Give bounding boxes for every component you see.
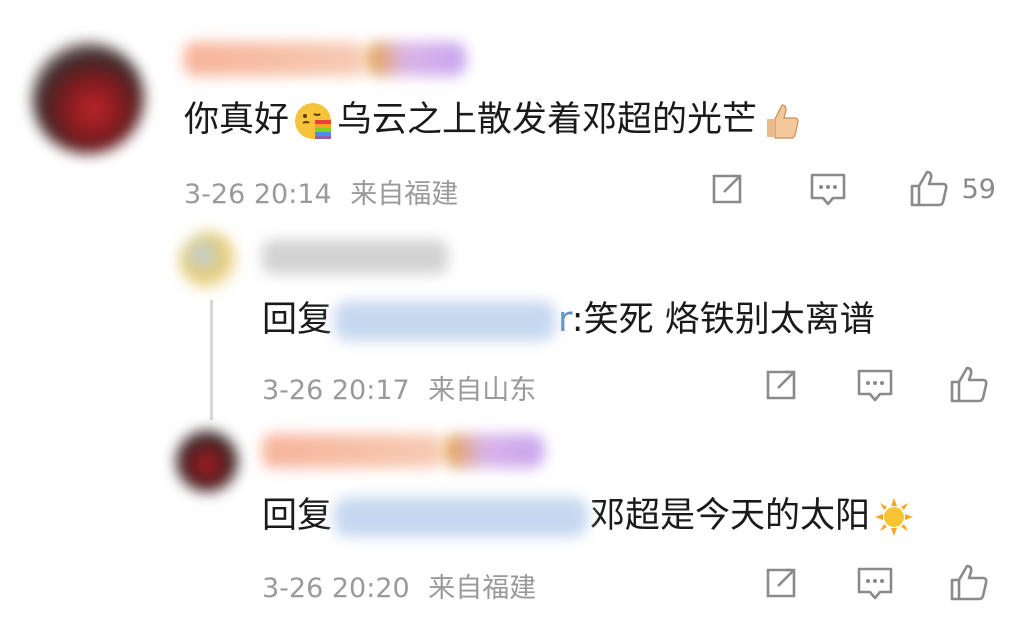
reply-actions <box>760 364 990 406</box>
reply-meta: 3-26 20:17 来自山东 <box>262 368 536 407</box>
kissing-face-rainbow-icon <box>295 103 332 139</box>
reply-username-blurred[interactable] <box>262 240 448 274</box>
reply-avatar[interactable] <box>180 232 238 290</box>
comment-text-part: 你真好 <box>184 100 290 140</box>
comment-actions: 59 <box>706 168 996 210</box>
comment-icon[interactable] <box>807 168 849 210</box>
location: 来自山东 <box>428 375 537 406</box>
share-icon[interactable] <box>706 168 748 210</box>
like-count: 59 <box>961 173 996 205</box>
location: 来自福建 <box>428 573 537 604</box>
user-badge <box>444 434 544 468</box>
reply-body: 邓超是今天的太阳 <box>590 496 871 536</box>
thumbs-up-emoji-icon <box>767 104 799 139</box>
mention-link-blurred[interactable] <box>334 497 589 537</box>
share-icon[interactable] <box>760 364 802 406</box>
reply-prefix: 回复 <box>262 496 333 536</box>
reply-actions <box>760 562 990 604</box>
timestamp: 3-26 20:14 <box>184 179 332 210</box>
reply-body: :笑死 烙铁别太离谱 <box>571 300 875 340</box>
sun-emoji-icon <box>875 498 914 536</box>
thumbs-up-icon[interactable] <box>908 168 950 210</box>
comment-meta: 3-26 20:14 来自福建 <box>184 172 458 211</box>
reply-text: 回复 邓超是今天的太阳 <box>262 494 918 538</box>
comment-text: 你真好 乌云之上散发着邓超的光芒 <box>184 98 805 142</box>
reply-avatar[interactable] <box>176 430 238 492</box>
share-icon[interactable] <box>760 562 802 604</box>
comment-icon[interactable] <box>854 562 896 604</box>
location: 来自福建 <box>350 179 459 210</box>
user-badge <box>366 42 466 76</box>
mention-link-blurred[interactable] <box>334 301 557 341</box>
username-blurred[interactable] <box>184 42 364 76</box>
mention-tail[interactable]: r <box>558 300 572 340</box>
comment-text-part: 乌云之上散发着邓超的光芒 <box>337 100 758 140</box>
thumbs-up-icon[interactable] <box>948 364 990 406</box>
comment-icon[interactable] <box>854 364 896 406</box>
reply-text: 回复 r:笑死 烙铁别太离谱 <box>262 298 875 342</box>
avatar[interactable] <box>32 42 144 154</box>
timestamp: 3-26 20:17 <box>262 375 410 406</box>
comment-thread: 你真好 乌云之上散发着邓超的光芒 3-26 20:14 来自福建 59 回复 r… <box>0 0 1024 626</box>
timestamp: 3-26 20:20 <box>262 573 410 604</box>
thread-line <box>210 300 213 420</box>
thumbs-up-icon[interactable] <box>948 562 990 604</box>
reply-prefix: 回复 <box>262 300 333 340</box>
like-button[interactable]: 59 <box>908 168 996 210</box>
reply-username-blurred[interactable] <box>262 434 442 468</box>
reply-meta: 3-26 20:20 来自福建 <box>262 566 536 605</box>
